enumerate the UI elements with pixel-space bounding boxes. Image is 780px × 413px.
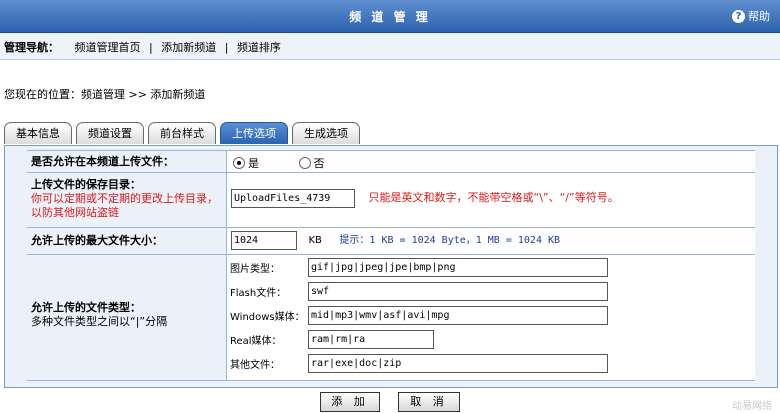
- nav-link-channel-order[interactable]: 频道排序: [237, 41, 281, 54]
- allow-upload-row: 是否允许在本频道上传文件： 是 否: [27, 150, 755, 172]
- save-dir-note: 你可以定期或不定期的更改上传目录，以防其他网站盗链: [31, 192, 218, 219]
- add-button[interactable]: 添 加: [320, 392, 380, 412]
- tab-basic-info[interactable]: 基本信息: [4, 122, 72, 144]
- allow-upload-label: 是否允许在本频道上传文件：: [31, 155, 174, 168]
- file-types-row: 允许上传的文件类型： 多种文件类型之间以“|”分隔 图片类型： Flash文件：…: [27, 254, 755, 381]
- file-type-windows-media-label: Windows媒体：: [230, 312, 305, 323]
- radio-yes-label: 是: [248, 157, 259, 170]
- radio-no-label: 否: [313, 157, 325, 170]
- file-type-image-label: 图片类型：: [230, 264, 280, 275]
- file-type-windows-media: Windows媒体：: [230, 306, 608, 325]
- allow-upload-yes-radio[interactable]: 是: [233, 155, 259, 171]
- help-label: 帮助: [748, 10, 770, 23]
- help-link[interactable]: ? 帮助: [732, 8, 770, 24]
- save-dir-input[interactable]: [231, 189, 355, 208]
- nav-separator: |: [149, 41, 153, 54]
- breadcrumb: 您现在的位置：频道管理 >> 添加新频道: [4, 88, 206, 101]
- max-size-label: 允许上传的最大文件大小：: [31, 234, 163, 247]
- nav-label: 管理导航：: [4, 41, 59, 54]
- cancel-button[interactable]: 取 消: [398, 392, 460, 412]
- file-type-image: 图片类型：: [230, 258, 608, 277]
- file-type-real-media-label: Real媒体：: [230, 336, 282, 347]
- nav-link-add-channel[interactable]: 添加新频道: [161, 41, 216, 54]
- save-dir-hint: 只能是英文和数字，不能带空格或“\”、“/”等符号。: [368, 191, 619, 204]
- save-dir-label: 上传文件的保存目录：: [31, 178, 141, 191]
- tab-channel-settings[interactable]: 频道设置: [76, 122, 144, 144]
- tab-generate-options[interactable]: 生成选项: [292, 122, 360, 144]
- file-type-other-label: 其他文件：: [230, 360, 280, 371]
- real-media-types-input[interactable]: [308, 330, 434, 349]
- windows-media-types-input[interactable]: [308, 306, 608, 325]
- max-size-row: 允许上传的最大文件大小： KB 提示：1 KB = 1024 Byte，1 MB…: [27, 227, 755, 254]
- file-types-note: 多种文件类型之间以“|”分隔: [31, 315, 168, 328]
- tab-bar: 基本信息 频道设置 前台样式 上传选项 生成选项: [4, 122, 360, 145]
- save-dir-row: 上传文件的保存目录： 你可以定期或不定期的更改上传目录，以防其他网站盗链 只能是…: [27, 172, 755, 227]
- max-size-input[interactable]: [231, 231, 297, 250]
- nav-separator: |: [224, 41, 229, 54]
- max-size-hint: 提示：1 KB = 1024 Byte，1 MB = 1024 KB: [339, 235, 561, 246]
- file-type-other: 其他文件：: [230, 354, 608, 373]
- file-type-flash: Flash文件：: [230, 282, 608, 301]
- nav-link-channel-home[interactable]: 频道管理首页: [75, 41, 141, 54]
- admin-nav: 管理导航： 频道管理首页 | 添加新频道 | 频道排序: [0, 33, 780, 60]
- file-type-real-media: Real媒体：: [230, 330, 434, 349]
- page-title: 频 道 管 理: [349, 10, 431, 24]
- question-circle-icon: ?: [732, 9, 745, 23]
- page-header: 频 道 管 理 ? 帮助: [0, 0, 780, 33]
- file-type-flash-label: Flash文件：: [230, 288, 287, 299]
- upload-options-panel: 是否允许在本频道上传文件： 是 否 上传文件的保存目录： 你可以定期或不定期的更…: [4, 145, 778, 388]
- image-types-input[interactable]: [308, 258, 608, 277]
- radio-selected-icon: [233, 157, 245, 169]
- radio-unselected-icon: [298, 157, 311, 169]
- tab-frontend-style[interactable]: 前台样式: [148, 122, 216, 144]
- flash-types-input[interactable]: [308, 282, 608, 301]
- allow-upload-no-radio[interactable]: 否: [298, 155, 325, 171]
- watermark: 动易网络: [732, 401, 772, 412]
- file-types-label: 允许上传的文件类型：: [31, 301, 141, 314]
- tab-upload-options[interactable]: 上传选项: [220, 122, 288, 144]
- max-size-unit: KB: [308, 235, 322, 246]
- other-types-input[interactable]: [308, 354, 608, 373]
